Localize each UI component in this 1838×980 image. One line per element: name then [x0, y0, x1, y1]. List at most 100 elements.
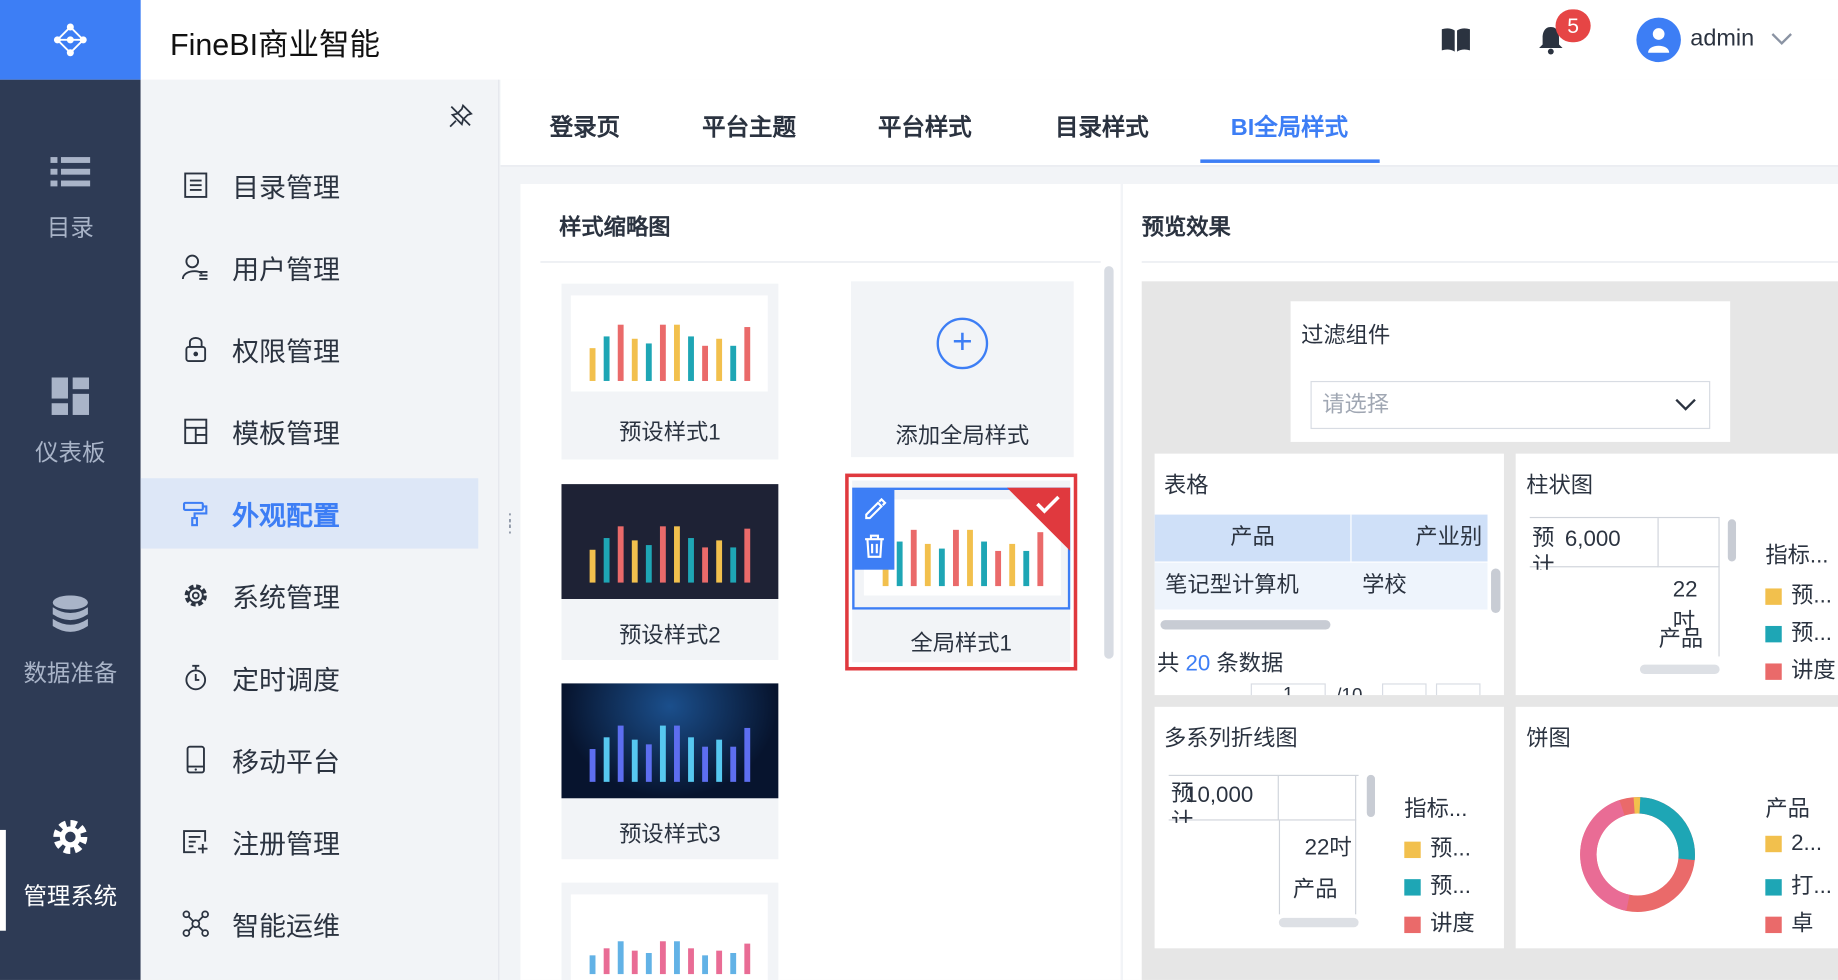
- edit-icon[interactable]: [862, 496, 888, 522]
- app-title: FineBI商业智能: [169, 26, 380, 63]
- table-scrollbar-v[interactable]: [1491, 568, 1501, 614]
- tab-login-page[interactable]: 登录页: [550, 108, 620, 142]
- menu-item-appearance[interactable]: 外观配置: [140, 478, 479, 549]
- nav-label: 目录: [46, 215, 94, 242]
- username[interactable]: admin: [1690, 26, 1754, 53]
- footer-prefix: 共: [1156, 651, 1180, 677]
- table-header: 产品 产业别: [1154, 514, 1488, 562]
- donut-chart: [1580, 797, 1696, 912]
- preset-label: 预设样式2: [619, 623, 721, 649]
- menu-item-label: 定时调度: [232, 664, 340, 696]
- table-row: 笔记型计算机 学校: [1154, 562, 1488, 610]
- menu-item-label: 用户管理: [232, 254, 340, 285]
- mini-bar-chart: [589, 725, 751, 782]
- footer-count: 20: [1185, 651, 1211, 677]
- menu-item-permissions[interactable]: 权限管理: [141, 314, 479, 384]
- filter-select[interactable]: 请选择: [1310, 380, 1711, 430]
- preset-style-4[interactable]: [561, 882, 779, 980]
- register-icon: [181, 826, 211, 856]
- mini-bar-chart: [589, 526, 751, 583]
- preset-label: 预设样式3: [619, 822, 721, 848]
- scrollbar[interactable]: [1278, 917, 1359, 928]
- legend-title: 指标...: [1404, 797, 1468, 822]
- pager-input[interactable]: 1: [1250, 683, 1326, 696]
- preset-4-preview: [570, 894, 768, 980]
- menu-item-label: 权限管理: [232, 336, 340, 367]
- table-cell: 学校: [1362, 573, 1407, 598]
- menu-item-label: 模板管理: [232, 418, 340, 449]
- trash-icon[interactable]: [862, 532, 888, 560]
- menu-item-registration[interactable]: 注册管理: [141, 806, 479, 876]
- tab-catalog-style[interactable]: 目录样式: [1055, 108, 1149, 142]
- menu-item-mobile[interactable]: 移动平台: [141, 724, 479, 794]
- pin-icon[interactable]: [448, 103, 474, 135]
- scrollbar[interactable]: [1727, 519, 1737, 562]
- selected-check-icon: [1006, 487, 1071, 551]
- menu-item-label: 目录管理: [232, 172, 340, 203]
- preset-style-1[interactable]: 预设样式1: [561, 283, 779, 460]
- pie-chart-widget: 饼图 产品 2... 打... 卓: [1515, 706, 1838, 949]
- tab-bi-global-style[interactable]: BI全局样式: [1231, 108, 1348, 142]
- user-avatar-icon: [1648, 28, 1670, 53]
- menu-item-label: 外观配置: [232, 500, 340, 532]
- menu-item-label: 注册管理: [232, 828, 340, 860]
- tab-platform-style[interactable]: 平台样式: [878, 108, 972, 142]
- table-scrollbar-h[interactable]: [1160, 620, 1331, 630]
- table-header-cell: 产品: [1155, 514, 1352, 562]
- scrollbar[interactable]: [1366, 774, 1375, 818]
- menu-item-label: 系统管理: [232, 582, 340, 614]
- paint-roller-icon: [181, 498, 211, 528]
- pager-prev-button[interactable]: [1382, 683, 1427, 696]
- bar-chart-widget: 柱状图 预计 6,000 22吋 产品 指标... 预... 预... 讲度: [1515, 453, 1838, 696]
- add-global-style-card[interactable]: + 添加全局样式: [851, 281, 1074, 458]
- mini-bar-chart: [589, 324, 750, 381]
- menu-item-ops[interactable]: 智能运维: [141, 889, 479, 959]
- legend-title: 指标...: [1765, 543, 1829, 569]
- database-icon: [52, 595, 88, 632]
- menu-item-schedule[interactable]: 定时调度: [141, 642, 479, 712]
- preview-panel: 预览效果 过滤组件 请选择 表格 产品 产业别 笔记型计算机 学校 共 20 条: [1122, 184, 1838, 980]
- bar-chart-title: 柱状图: [1526, 473, 1594, 499]
- global-style-1-label: 全局样式1: [910, 631, 1012, 657]
- nav-item-admin[interactable]: 管理系统: [0, 816, 141, 911]
- logo-icon: [53, 23, 87, 57]
- chevron-down-icon[interactable]: [1770, 30, 1793, 51]
- table-footer: 共 20 条数据: [1157, 646, 1283, 678]
- legend-item: 讲度: [1404, 906, 1475, 938]
- notification-badge: 5: [1555, 9, 1591, 43]
- resize-handle[interactable]: ⋮ ⋮: [502, 511, 518, 534]
- nav-item-data-prep[interactable]: 数据准备: [0, 595, 141, 688]
- menu-item-users[interactable]: 用户管理: [141, 232, 479, 302]
- menu-item-catalog[interactable]: 目录管理: [141, 150, 479, 220]
- nav-label: 管理系统: [23, 883, 118, 910]
- preset-style-3[interactable]: 预设样式3: [561, 683, 779, 860]
- active-tab-indicator: [1200, 159, 1380, 163]
- legend-item: 打...: [1765, 869, 1832, 901]
- menu-item-label: 移动平台: [232, 746, 340, 778]
- global-style-1-frame: [852, 487, 1071, 610]
- menu-item-system[interactable]: 系统管理: [141, 560, 479, 630]
- book-icon[interactable]: [1439, 26, 1472, 60]
- catalog-icon: [181, 170, 211, 200]
- global-style-1[interactable]: 全局样式1: [852, 480, 1071, 663]
- nav-label: 仪表板: [35, 440, 106, 467]
- menu-item-templates[interactable]: 模板管理: [141, 396, 479, 466]
- legend-item: 预...: [1404, 869, 1471, 901]
- nav-item-dashboard[interactable]: 仪表板: [0, 377, 141, 467]
- plus-icon: +: [936, 317, 989, 370]
- nav-item-catalog[interactable]: 目录: [0, 155, 141, 243]
- table-header-cell: 产业别: [1415, 525, 1483, 550]
- pivot-table: 预计 6,000 22吋 产品: [1529, 516, 1720, 657]
- app-logo[interactable]: [0, 0, 141, 80]
- menu-item-label: 智能运维: [232, 910, 340, 942]
- pager-next-button[interactable]: [1435, 683, 1481, 696]
- avatar[interactable]: [1636, 17, 1681, 63]
- legend-item: 预...: [1765, 615, 1832, 647]
- thumbnail-panel-title: 样式缩略图: [559, 215, 671, 241]
- tab-platform-theme[interactable]: 平台主题: [702, 108, 796, 142]
- scrollbar[interactable]: [1104, 266, 1114, 659]
- preset-style-2[interactable]: 预设样式2: [561, 484, 779, 660]
- chevron-down-icon: [1675, 398, 1696, 411]
- filter-title: 过滤组件: [1301, 323, 1391, 349]
- scrollbar[interactable]: [1639, 664, 1720, 675]
